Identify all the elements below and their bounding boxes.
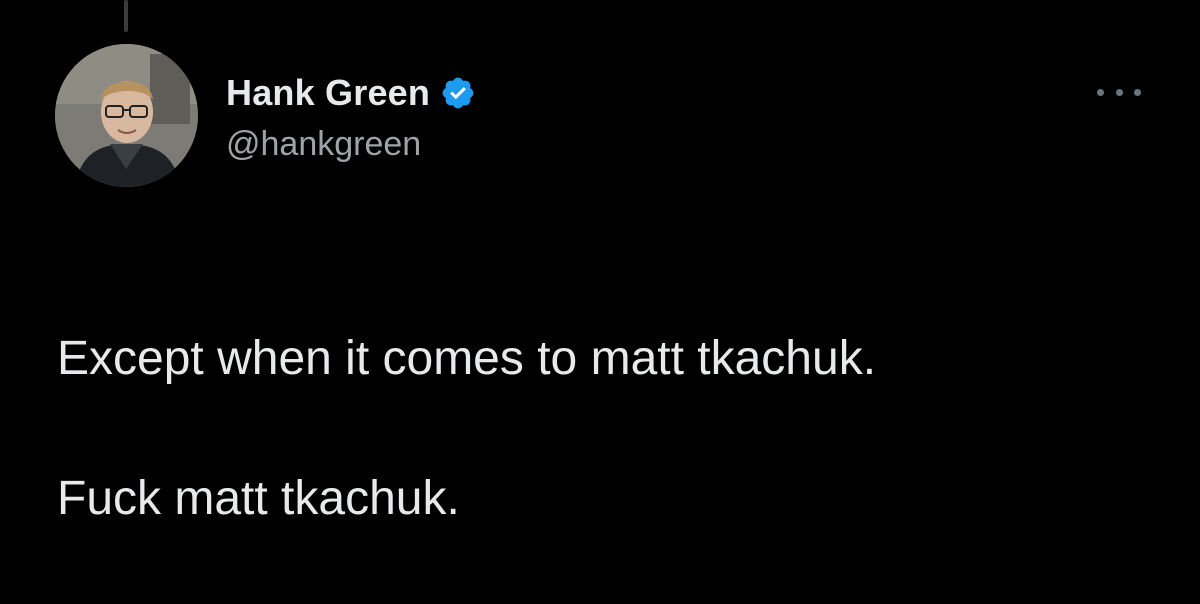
profile-photo-icon [55,44,198,187]
tweet-text: Except when it comes to matt tkachuk. Fu… [57,254,1157,604]
more-options-ellipsis-icon[interactable] [1097,84,1141,100]
author-handle[interactable]: @hankgreen [226,125,421,164]
author-name-row[interactable]: Hank Green [226,72,476,114]
ellipsis-dot [1134,88,1141,96]
ellipsis-dot [1097,88,1104,96]
avatar[interactable] [55,44,198,187]
author-display-name[interactable]: Hank Green [226,72,430,114]
ellipsis-dot [1115,88,1123,96]
tweet-text-line: Except when it comes to matt tkachuk. [57,332,877,385]
thread-connector-line [124,0,128,32]
tweet-text-line: Fuck matt tkachuk. [57,472,460,525]
verified-badge-icon [440,75,476,111]
